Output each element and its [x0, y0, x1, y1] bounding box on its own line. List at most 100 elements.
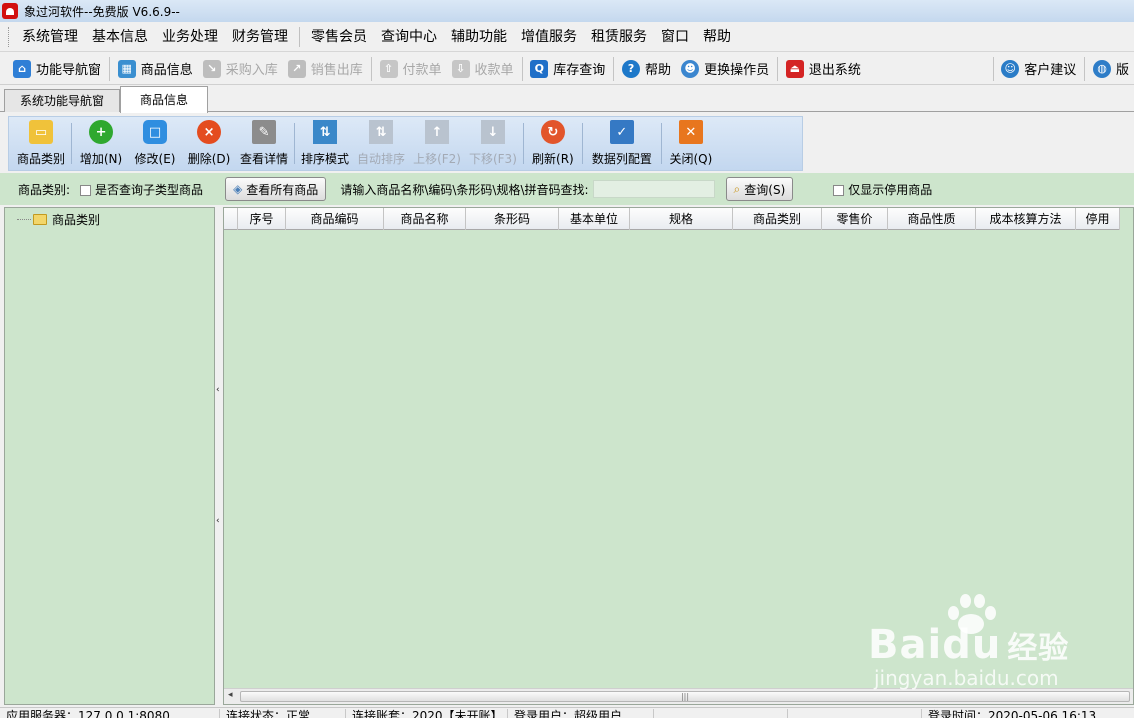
toolbar-separator: [777, 56, 778, 81]
grid-header-cell[interactable]: 基本单位: [559, 208, 630, 230]
change-operator-label: 更换操作员: [704, 63, 770, 78]
scroll-thumb[interactable]: |||: [240, 691, 1130, 702]
grid-header-cell[interactable]: 商品性质: [888, 208, 976, 230]
auto-sort-icon: ⇅: [369, 120, 394, 144]
collapse-left-icon[interactable]: ‹: [216, 385, 220, 395]
exit-system-button[interactable]: ⏏ 退出系统: [781, 55, 866, 83]
search-input[interactable]: [592, 180, 715, 198]
globe-icon: ◍: [1093, 59, 1112, 78]
document-tabs: 系统功能导航窗 商品信息: [0, 86, 1134, 113]
payment-up-icon: ⇧: [379, 59, 398, 78]
main-toolbar: ⌂ 功能导航窗 ▦ 商品信息 ↘ 采购入库 ↗ 销售出库 ⇧ 付款单 ⇩ 收款单…: [0, 53, 1134, 85]
tree-node-root[interactable]: 商品类别: [17, 210, 100, 228]
stock-query-button[interactable]: Q 库存查询: [525, 55, 610, 83]
grid-header-cell[interactable]: 商品编码: [286, 208, 384, 230]
column-config-button[interactable]: ✓ 数据列配置: [585, 117, 659, 170]
grid-header-cell[interactable]: 商品名称: [384, 208, 466, 230]
product-table-icon: ▦: [117, 59, 136, 78]
sort-icon: ⇅: [313, 120, 338, 144]
menu-business[interactable]: 业务处理: [155, 24, 225, 50]
tab-nav-window[interactable]: 系统功能导航窗: [4, 89, 120, 112]
pane-splitter[interactable]: ‹ ‹: [215, 207, 223, 705]
grid-header-cell[interactable]: 商品类别: [733, 208, 822, 230]
auto-sort-button[interactable]: ⇅ 自动排序: [353, 117, 409, 170]
arrow-down-icon: ↓: [480, 120, 505, 144]
status-user: 登录用户：超级用户: [510, 709, 654, 718]
only-disabled-label: 仅显示停用商品: [848, 182, 933, 197]
feedback-button[interactable]: ☺ 客户建议: [996, 55, 1081, 83]
toolbar-separator: [370, 56, 372, 81]
grid-header-cell[interactable]: 条形码: [466, 208, 559, 230]
watermark-cn: 经验: [1007, 631, 1070, 666]
grid-header-cell[interactable]: 零售价: [822, 208, 888, 230]
change-operator-button[interactable]: ☻ 更换操作员: [676, 55, 774, 83]
menu-query-center[interactable]: 查询中心: [374, 24, 444, 50]
grid-header: 序号 商品编码 商品名称 条形码 基本单位 规格 商品类别 零售价 商品性质 成…: [224, 208, 1120, 230]
move-down-button[interactable]: ↓ 下移(F3): [465, 117, 521, 170]
product-info-label: 商品信息: [140, 63, 193, 78]
grid-header-cell[interactable]: 停用: [1076, 208, 1120, 230]
move-down-label: 下移(F3): [468, 152, 517, 166]
purchase-in-button[interactable]: ↘ 采购入库: [198, 55, 283, 83]
only-disabled-checkbox[interactable]: 仅显示停用商品: [833, 181, 932, 198]
grid-header-cell[interactable]: 成本核算方法: [976, 208, 1076, 230]
scroll-left-icon[interactable]: ◂: [228, 690, 233, 700]
delete-button[interactable]: × 删除(D): [182, 117, 236, 170]
app-logo-icon: [2, 3, 18, 19]
close-button[interactable]: ✕ 关闭(Q): [664, 117, 718, 170]
detail-icon: ✎: [252, 120, 277, 144]
menu-window[interactable]: 窗口: [654, 24, 696, 50]
payment-label: 付款单: [402, 63, 442, 78]
sort-mode-button[interactable]: ⇅ 排序模式: [297, 117, 353, 170]
checkbox-box[interactable]: [833, 184, 845, 196]
payment-button[interactable]: ⇧ 付款单: [375, 55, 447, 83]
refresh-button[interactable]: ↻ 刷新(R): [526, 117, 580, 170]
menu-lease[interactable]: 租赁服务: [584, 24, 654, 50]
query-label: 查询(S): [744, 182, 786, 197]
help-button[interactable]: ? 帮助: [617, 55, 676, 83]
edit-button[interactable]: □ 修改(E): [128, 117, 182, 170]
menu-finance[interactable]: 财务管理: [225, 24, 295, 50]
view-all-button[interactable]: ◈ 查看所有商品: [225, 177, 327, 201]
purchase-in-label: 采购入库: [225, 63, 278, 78]
tree-connector: [17, 218, 31, 220]
column-config-label: 数据列配置: [591, 152, 652, 166]
sales-out-button[interactable]: ↗ 销售出库: [283, 55, 368, 83]
include-sub-checkbox[interactable]: 是否查询子类型商品: [80, 181, 203, 198]
stock-query-label: 库存查询: [553, 63, 606, 78]
checkbox-box[interactable]: [80, 184, 92, 196]
category-button[interactable]: ▭ 商品类别: [13, 117, 69, 170]
tree-root-label: 商品类别: [52, 212, 101, 227]
version-button[interactable]: ◍ 版: [1088, 55, 1134, 83]
query-button[interactable]: ⌕ 查询(S): [725, 177, 794, 201]
detail-button[interactable]: ✎ 查看详情: [236, 117, 292, 170]
close-icon: ✕: [678, 120, 703, 144]
add-label: 增加(N): [79, 152, 123, 166]
status-server: 应用服务器：127.0.0.1:8080: [2, 709, 220, 718]
menu-system[interactable]: 系统管理: [15, 24, 85, 50]
user-icon: ☻: [681, 59, 700, 78]
menu-basic-info[interactable]: 基本信息: [85, 24, 155, 50]
grid-header-cell[interactable]: 序号: [238, 208, 286, 230]
sales-out-label: 销售出库: [310, 63, 363, 78]
nav-window-button[interactable]: ⌂ 功能导航窗: [8, 55, 106, 83]
add-button[interactable]: + 增加(N): [74, 117, 128, 170]
menu-help[interactable]: 帮助: [696, 24, 738, 50]
collapse-left-icon[interactable]: ‹: [216, 516, 220, 526]
menu-aux[interactable]: 辅助功能: [444, 24, 514, 50]
close-label: 关闭(Q): [669, 152, 713, 166]
tab-product-info[interactable]: 商品信息: [120, 86, 208, 113]
menu-value-added[interactable]: 增值服务: [514, 24, 584, 50]
menu-retail-member[interactable]: 零售会员: [304, 24, 374, 50]
product-ribbon: ▭ 商品类别 + 增加(N) □ 修改(E) × 删除(D) ✎ 查看详情 ⇅ …: [8, 116, 803, 171]
folder-open-icon: ▭: [29, 120, 53, 144]
toolbar-separator: [613, 56, 615, 81]
move-up-label: 上移(F2): [413, 152, 461, 166]
detail-label: 查看详情: [240, 152, 289, 166]
product-info-button[interactable]: ▦ 商品信息: [113, 55, 198, 83]
version-label: 版: [1116, 63, 1130, 78]
move-up-button[interactable]: ↑ 上移(F2): [409, 117, 465, 170]
grid-header-cell[interactable]: 规格: [630, 208, 733, 230]
ribbon-separator: [71, 123, 73, 164]
receipt-button[interactable]: ⇩ 收款单: [447, 55, 519, 83]
